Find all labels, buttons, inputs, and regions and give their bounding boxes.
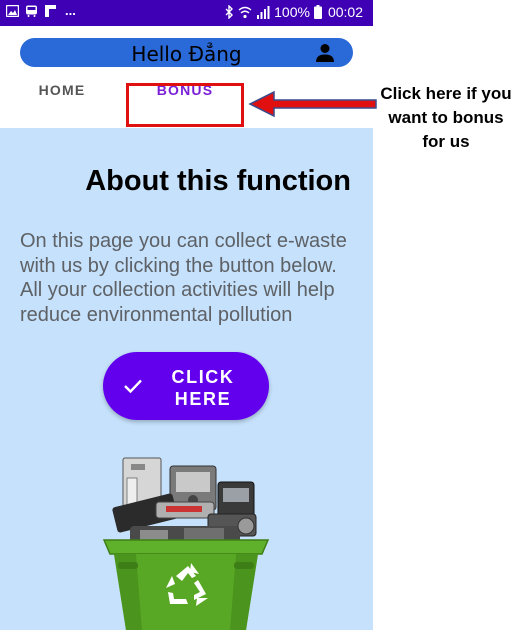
tab-home[interactable]: HOME bbox=[0, 82, 124, 126]
system-icons: 100% 00:02 bbox=[225, 4, 363, 20]
collect-button-label: CLICK HERE bbox=[163, 366, 243, 410]
user-icon[interactable] bbox=[315, 43, 335, 63]
ewaste-pile bbox=[112, 457, 257, 548]
annotation-arrow bbox=[248, 90, 377, 118]
status-bar: ... 100% 00:02 bbox=[0, 0, 373, 26]
button-label-line-2: HERE bbox=[174, 389, 232, 409]
collect-ewaste-button[interactable]: CLICK HERE bbox=[103, 352, 269, 420]
function-description: On this page you can collect e-waste wit… bbox=[20, 230, 347, 326]
clock: 00:02 bbox=[327, 4, 363, 20]
app-bar: Hello Đẳng bbox=[20, 38, 353, 67]
notification-icons: ... bbox=[6, 3, 76, 18]
page-heading: About this function bbox=[85, 165, 351, 197]
bonus-content: About this function On this page you can… bbox=[0, 128, 373, 630]
green-bin bbox=[102, 539, 270, 630]
screenshot: ... 100% 00:02 Hello Đẳng HOME BONUS Abo… bbox=[0, 0, 519, 630]
greeting-title: Hello Đẳng bbox=[131, 42, 242, 66]
bluetooth-icon bbox=[225, 5, 234, 19]
battery-icon bbox=[313, 5, 322, 19]
signal-icon bbox=[257, 5, 270, 19]
flag-notification-icon bbox=[45, 5, 56, 17]
ewaste-recycle-bin-image bbox=[102, 457, 270, 630]
bus-notification-icon bbox=[26, 5, 37, 17]
battery-percent: 100% bbox=[274, 4, 310, 20]
tab-bonus[interactable]: BONUS bbox=[126, 82, 244, 126]
wifi-icon bbox=[238, 6, 252, 18]
annotation-text: Click here if you want to bonus for us bbox=[380, 84, 512, 151]
image-notification-icon bbox=[6, 5, 19, 17]
button-label-line-1: CLICK bbox=[171, 367, 235, 387]
check-icon bbox=[124, 379, 142, 394]
more-notifications: ... bbox=[65, 3, 76, 18]
